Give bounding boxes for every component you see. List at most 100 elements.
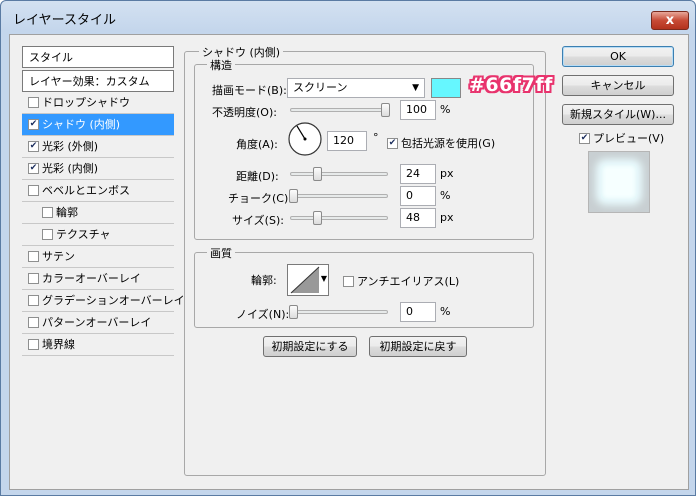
style-item-label: 光彩 (内側)	[42, 162, 99, 175]
global-light-label: 包括光源を使用(G)	[401, 137, 496, 150]
style-item-gradient-overlay[interactable]: グラデーションオーバーレイ	[22, 290, 185, 312]
style-item-drop-shadow[interactable]: ドロップシャドウ	[22, 92, 174, 114]
angle-dial[interactable]	[287, 121, 323, 157]
antialias-checkbox[interactable]	[343, 276, 354, 287]
choke-label: チョーク(C):	[228, 192, 292, 205]
style-item-satin[interactable]: サテン	[22, 246, 174, 268]
outer-glow-checkbox[interactable]	[28, 141, 39, 152]
style-item-label: グラデーションオーバーレイ	[42, 294, 185, 307]
ok-button[interactable]: OK	[562, 46, 674, 67]
chevron-down-icon: ▼	[412, 83, 419, 93]
inner-shadow-checkbox[interactable]	[28, 119, 39, 130]
noise-unit: %	[440, 305, 451, 318]
choke-input[interactable]: 0	[400, 186, 436, 206]
contour-label: 輪郭:	[251, 274, 277, 287]
distance-label: 距離(D):	[236, 170, 279, 183]
noise-label: ノイズ(N):	[236, 308, 290, 321]
structure-title: 構造	[207, 57, 235, 73]
color-hex-annotation: #66f7ff	[469, 74, 553, 96]
style-item-label: 境界線	[42, 338, 75, 351]
style-item-label: テクスチャ	[56, 228, 111, 241]
opacity-input[interactable]: 100	[400, 100, 436, 120]
style-item-pattern-overlay[interactable]: パターンオーバーレイ	[22, 312, 174, 334]
size-slider-thumb[interactable]	[313, 211, 322, 225]
satin-checkbox[interactable]	[28, 251, 39, 262]
antialias-label: アンチエイリアス(L)	[357, 275, 460, 288]
style-item-label: 光彩 (外側)	[42, 140, 99, 153]
color-overlay-checkbox[interactable]	[28, 273, 39, 284]
opacity-label: 不透明度(O):	[212, 106, 277, 119]
opacity-slider-thumb[interactable]	[381, 103, 390, 117]
contour-picker[interactable]: ▼	[287, 264, 329, 296]
blend-mode-value: スクリーン	[293, 81, 348, 94]
shadow-color-swatch[interactable]	[431, 78, 461, 98]
style-item-contour[interactable]: 輪郭	[22, 202, 174, 224]
size-label: サイズ(S):	[232, 214, 284, 227]
opacity-unit: %	[440, 103, 451, 116]
chevron-down-icon: ▼	[320, 274, 327, 283]
new-style-button[interactable]: 新規スタイル(W)...	[562, 104, 674, 125]
distance-unit: px	[440, 167, 454, 180]
distance-slider-thumb[interactable]	[313, 167, 322, 181]
structure-group: 構造 描画モード(B): スクリーン ▼ #66f7ff 不透明度(O): 10…	[194, 57, 552, 240]
style-item-label: ドロップシャドウ	[42, 96, 130, 109]
style-item-label: パターンオーバーレイ	[42, 316, 152, 329]
make-default-button[interactable]: 初期設定にする	[263, 336, 357, 357]
layer-style-dialog: レイヤースタイル x スタイル レイヤー効果：カスタム ドロップシャドウ シャド…	[0, 0, 696, 496]
style-preview	[588, 151, 650, 213]
angle-input[interactable]: 120	[327, 131, 367, 151]
window-title: レイヤースタイル	[13, 13, 116, 28]
style-item-stroke[interactable]: 境界線	[22, 334, 174, 356]
size-input[interactable]: 48	[400, 208, 436, 228]
contour-checkbox[interactable]	[42, 207, 53, 218]
noise-slider-thumb[interactable]	[289, 305, 298, 319]
preview-option[interactable]: プレビュー(V)	[579, 130, 664, 146]
style-item-outer-glow[interactable]: 光彩 (外側)	[22, 136, 174, 158]
opacity-slider[interactable]	[290, 103, 390, 117]
preview-swatch	[601, 164, 637, 200]
pattern-overlay-checkbox[interactable]	[28, 317, 39, 328]
style-item-bevel-emboss[interactable]: ベベルとエンボス	[22, 180, 174, 202]
title-bar[interactable]: レイヤースタイル x	[1, 1, 695, 33]
style-item-inner-glow[interactable]: 光彩 (内側)	[22, 158, 174, 180]
choke-slider[interactable]	[289, 189, 388, 203]
noise-slider[interactable]	[289, 305, 388, 319]
inner-glow-checkbox[interactable]	[28, 163, 39, 174]
angle-unit: °	[373, 131, 379, 144]
size-unit: px	[440, 211, 454, 224]
choke-slider-thumb[interactable]	[289, 189, 298, 203]
blend-mode-select[interactable]: スクリーン ▼	[287, 78, 425, 98]
bevel-emboss-checkbox[interactable]	[28, 185, 39, 196]
preview-checkbox[interactable]	[579, 133, 590, 144]
stroke-checkbox[interactable]	[28, 339, 39, 350]
gradient-overlay-checkbox[interactable]	[28, 295, 39, 306]
style-item-label: ベベルとエンボス	[42, 184, 130, 197]
cancel-button[interactable]: キャンセル	[562, 75, 674, 96]
noise-input[interactable]: 0	[400, 302, 436, 322]
preview-label: プレビュー(V)	[593, 132, 665, 145]
angle-label: 角度(A):	[236, 138, 278, 151]
reset-default-button[interactable]: 初期設定に戻す	[369, 336, 467, 357]
drop-shadow-checkbox[interactable]	[28, 97, 39, 108]
distance-slider[interactable]	[290, 167, 388, 181]
blend-mode-label: 描画モード(B):	[212, 84, 287, 97]
texture-checkbox[interactable]	[42, 229, 53, 240]
blend-options-item[interactable]: レイヤー効果：カスタム	[22, 70, 174, 92]
style-item-label: 輪郭	[56, 206, 78, 219]
style-item-texture[interactable]: テクスチャ	[22, 224, 174, 246]
antialias-option[interactable]: アンチエイリアス(L)	[343, 273, 459, 289]
contour-preview-icon	[290, 266, 320, 294]
global-light-checkbox[interactable]	[387, 138, 398, 149]
quality-title: 画質	[207, 245, 235, 261]
styles-header[interactable]: スタイル	[22, 46, 174, 68]
global-light-option[interactable]: 包括光源を使用(G)	[387, 135, 495, 151]
style-item-inner-shadow[interactable]: シャドウ (内側)	[22, 114, 174, 136]
quality-group: 画質 輪郭: ▼ アンチエイリアス(L) ノイズ(N): 0 %	[194, 245, 534, 328]
close-button[interactable]: x	[651, 11, 689, 30]
inner-shadow-panel: シャドウ (内側) 構造 描画モード(B): スクリーン ▼ #66f7ff 不…	[184, 44, 552, 476]
distance-input[interactable]: 24	[400, 164, 436, 184]
style-item-color-overlay[interactable]: カラーオーバーレイ	[22, 268, 174, 290]
size-slider[interactable]	[290, 211, 388, 225]
style-item-label: シャドウ (内側)	[42, 118, 121, 131]
style-item-label: サテン	[42, 250, 75, 263]
